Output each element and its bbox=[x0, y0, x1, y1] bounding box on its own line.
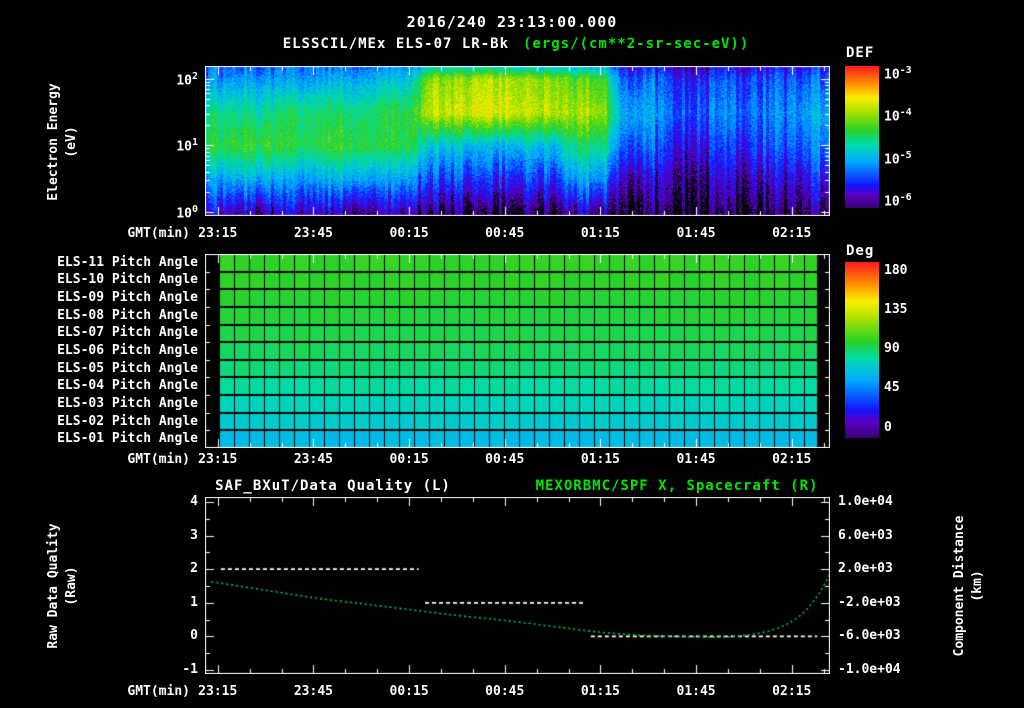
cb2-tick-0: 0 bbox=[884, 419, 892, 435]
def-colorbar-canvas bbox=[845, 66, 879, 208]
y-tick-10e1: 101 bbox=[176, 137, 198, 155]
x-tick-23:15: 23:15 bbox=[198, 226, 238, 241]
x-tick-02:15: 02:15 bbox=[772, 452, 812, 467]
colorbar2-label: Deg bbox=[846, 243, 875, 259]
cb1-tick-10e-5: 10-5 bbox=[884, 149, 912, 168]
panel3-left-ylabel-line1: Raw Data Quality bbox=[46, 523, 61, 649]
pitch-row-label-9: ELS-03 Pitch Angle bbox=[57, 395, 198, 411]
panel1-title: ELSSCIL/MEx ELS-07 LR-Bk bbox=[282, 36, 509, 52]
panel1-ylabel-line2: (eV) bbox=[64, 126, 79, 158]
x-tick-01:15: 01:15 bbox=[580, 452, 620, 467]
pitch-row-label-4: ELS-08 Pitch Angle bbox=[57, 307, 198, 323]
pitch-row-label-11: ELS-01 Pitch Angle bbox=[57, 431, 198, 447]
x-tick-23:45: 23:45 bbox=[293, 226, 333, 241]
p3-right-tick--1.0e+04: -1.0e+04 bbox=[838, 662, 901, 677]
colorbar1-label: DEF bbox=[846, 45, 875, 61]
x-tick-00:45: 00:45 bbox=[485, 684, 525, 699]
panel3-right-ylabel-line1: Component Distance bbox=[952, 515, 967, 657]
x-tick-00:15: 00:15 bbox=[389, 684, 429, 699]
pitch-row-label-2: ELS-10 Pitch Angle bbox=[57, 272, 198, 288]
cb2-tick-90: 90 bbox=[884, 341, 900, 357]
pitch-angle-canvas bbox=[205, 254, 830, 448]
panel3-left-ylabel-line2: (Raw) bbox=[64, 566, 79, 606]
energy-spectrogram-canvas bbox=[205, 66, 830, 216]
panel3-title-left: SAF_BXuT/Data Quality (L) bbox=[215, 478, 451, 494]
gmt-label-3: GMT(min) bbox=[127, 684, 190, 699]
panel3-right-ylabel: Component Distance (km) bbox=[951, 506, 989, 666]
x-tick-00:45: 00:45 bbox=[485, 226, 525, 241]
x-tick-01:15: 01:15 bbox=[580, 684, 620, 699]
panel3-title-right: MEXORBMC/SPF X, Spacecraft (R) bbox=[535, 478, 819, 494]
p3-left-tick-4: 4 bbox=[190, 494, 198, 509]
x-tick-01:45: 01:45 bbox=[676, 226, 716, 241]
plot-root: 2016/240 23:13:00.000 ELSSCIL/MEx ELS-07… bbox=[0, 0, 1024, 708]
p3-right-tick-1.0e+04: 1.0e+04 bbox=[838, 494, 893, 509]
cb2-tick-135: 135 bbox=[884, 301, 908, 317]
pitch-row-label-5: ELS-07 Pitch Angle bbox=[57, 325, 198, 341]
cb2-tick-45: 45 bbox=[884, 380, 900, 396]
panel1-header: ELSSCIL/MEx ELS-07 LR-Bk (ergs/(cm**2-sr-… bbox=[283, 36, 750, 52]
gmt-label-2: GMT(min) bbox=[127, 452, 190, 467]
x-tick-00:45: 00:45 bbox=[485, 452, 525, 467]
p3-left-tick--1: -1 bbox=[182, 662, 198, 677]
cb1-tick-10e-6: 10-6 bbox=[884, 192, 912, 210]
pitch-row-label-3: ELS-09 Pitch Angle bbox=[57, 290, 198, 306]
p3-left-tick-0: 0 bbox=[190, 628, 198, 644]
p3-left-tick-2: 2 bbox=[190, 561, 198, 577]
panel1-ylabel-line1: Electron Energy bbox=[46, 83, 61, 201]
pitch-row-label-6: ELS-06 Pitch Angle bbox=[57, 343, 198, 358]
x-tick-23:45: 23:45 bbox=[293, 684, 333, 699]
panel3-right-ylabel-line2: (km) bbox=[970, 570, 985, 602]
panel3-left-ylabel: Raw Data Quality (Raw) bbox=[45, 506, 83, 666]
x-tick-00:15: 00:15 bbox=[389, 452, 429, 467]
x-tick-02:15: 02:15 bbox=[772, 684, 812, 699]
y-tick-10e0: 100 bbox=[176, 204, 198, 222]
page-title: 2016/240 23:13:00.000 bbox=[406, 13, 618, 31]
x-tick-00:15: 00:15 bbox=[389, 226, 429, 241]
cb1-tick-10e-3: 10-3 bbox=[884, 64, 912, 83]
p3-left-tick-3: 3 bbox=[190, 527, 198, 543]
x-tick-01:45: 01:45 bbox=[676, 452, 716, 467]
x-tick-23:15: 23:15 bbox=[198, 452, 238, 467]
quality-distance-plot-canvas bbox=[205, 497, 830, 674]
x-tick-01:45: 01:45 bbox=[676, 684, 716, 699]
pitch-row-label-1: ELS-11 Pitch Angle bbox=[57, 254, 198, 270]
p3-right-tick-2.0e+03: 2.0e+03 bbox=[838, 561, 893, 577]
p3-right-tick--2.0e+03: -2.0e+03 bbox=[838, 594, 901, 610]
y-tick-10e2: 102 bbox=[176, 70, 198, 88]
p3-right-tick--6.0e+03: -6.0e+03 bbox=[838, 628, 901, 644]
pitch-row-label-8: ELS-04 Pitch Angle bbox=[57, 378, 198, 394]
panel1-ylabel: Electron Energy (eV) bbox=[45, 62, 83, 222]
cb2-tick-180: 180 bbox=[884, 262, 908, 278]
gmt-label-1: GMT(min) bbox=[127, 226, 190, 241]
x-tick-23:15: 23:15 bbox=[198, 684, 238, 699]
x-tick-02:15: 02:15 bbox=[772, 226, 812, 241]
x-tick-23:45: 23:45 bbox=[293, 452, 333, 467]
p3-left-tick-1: 1 bbox=[190, 594, 198, 610]
pitch-row-label-7: ELS-05 Pitch Angle bbox=[57, 360, 198, 376]
p3-right-tick-6.0e+03: 6.0e+03 bbox=[838, 527, 893, 543]
panel1-units: (ergs/(cm**2-sr-sec-eV)) bbox=[523, 36, 750, 52]
x-tick-01:15: 01:15 bbox=[580, 226, 620, 241]
deg-colorbar-canvas bbox=[845, 262, 879, 438]
pitch-row-label-10: ELS-02 Pitch Angle bbox=[57, 413, 198, 429]
cb1-tick-10e-4: 10-4 bbox=[884, 107, 912, 125]
